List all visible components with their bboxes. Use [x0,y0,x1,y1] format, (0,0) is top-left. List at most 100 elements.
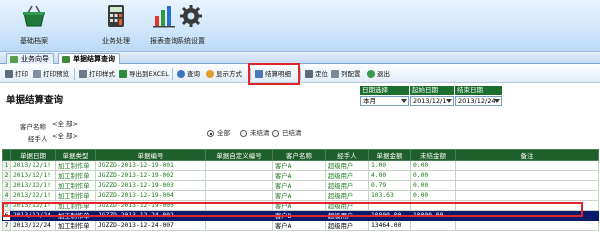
end-date-value: 2013/12/24 [458,97,496,105]
table-cell: 1.00 [368,160,411,171]
table-cell: 2013/12/1! [10,190,56,201]
display-mode-button[interactable]: 显示方式 [205,68,242,80]
table-cell: JGZZD-2013-12-19-003 [95,180,206,191]
table-cell: 加工制作单 [55,190,96,201]
date-choice-select[interactable]: 本月 [360,96,409,106]
system-settings-label: 系统设置 [177,37,205,45]
table-header-row: 单据日期 单据类型 单据编号 单据自定义编号 客户名称 经手人 单据金额 未结金… [2,149,599,161]
print-preview-button[interactable]: 打印预览 [32,68,69,80]
table-cell: 0.79 [368,180,411,191]
print-style-icon [79,70,87,78]
toolbar-divider [74,68,75,80]
table-cell: 0.00 [410,160,456,171]
columns-icon [331,70,339,78]
top-menu-bar: 基础档案 业务处理 报表查询 系统设置 [0,0,600,52]
locate-button[interactable]: 定位 [304,68,328,80]
end-date-header: 结束日期 [455,86,502,95]
radio-all-label: 全部 [217,129,230,137]
print-style-button[interactable]: 打印样式 [78,68,115,80]
query-button[interactable]: 查询 [176,68,200,80]
radio-settled[interactable]: 已结清 [272,129,302,138]
table-cell: 2013/12/1! [10,160,56,171]
column-header[interactable]: 备注 [455,149,599,161]
display-mode-label: 显示方式 [216,70,242,78]
table-row[interactable]: 4 2013/12/1! 加工制作单 JGZZD-2013-12-19-004 … [2,190,599,201]
column-header[interactable]: 单据类型 [55,149,96,161]
row-number: 3 [2,180,11,191]
start-date-picker[interactable]: 2013/12/1 [410,96,454,106]
table-cell: 客户A [272,180,326,191]
table-cell: 4.00 [368,170,411,181]
table-cell: JGZZD-2013-12-19-002 [95,170,206,181]
tab-settlement-query[interactable]: 单据结算查询 [58,53,120,64]
display-mode-icon [206,70,214,78]
printer-icon [5,70,13,78]
table-cell: 客户A [272,160,326,171]
basket-icon [23,5,45,27]
table-cell: 103.63 [368,190,411,201]
customer-field[interactable]: <全 部> [52,119,192,129]
table-row[interactable]: 3 2013/12/1! 加工制作单 JGZZD-2013-12-19-003 … [2,180,599,191]
row-number: 1 [2,160,11,171]
table-cell: 加工制作单 [55,160,96,171]
column-header[interactable]: 单据自定义编号 [205,149,273,161]
column-config-button[interactable]: 列配置 [330,68,361,80]
date-choice-header: 日期选择 [360,86,409,95]
radio-all[interactable]: 全部 [207,129,230,138]
table-row[interactable]: 1 2013/12/1! 加工制作单 JGZZD-2013-12-19-001 … [2,160,599,171]
radio-circle [240,130,247,137]
table-cell: JGZZD-2013-12-19-004 [95,190,206,201]
export-excel-button[interactable]: 导出到EXCEL [118,68,169,80]
tab-strip: 业务向导 单据结算查询 [0,52,600,64]
table-cell [205,220,273,231]
print-button[interactable]: 打印 [4,68,28,80]
basic-archive-button[interactable]: 基础档案 [8,4,60,50]
column-header[interactable]: 单据金额 [368,149,411,161]
table-cell [205,190,273,201]
table-cell [455,180,599,191]
end-date-picker[interactable]: 2013/12/24 [455,96,502,106]
start-date-value: 2013/12/1 [413,97,447,105]
exit-button[interactable]: 退出 [366,68,390,80]
selected-row-highlight [2,202,583,217]
column-header[interactable]: 单据日期 [10,149,56,161]
excel-icon [119,70,127,78]
table-cell: JGZZD-2013-12-19-001 [95,160,206,171]
column-header[interactable]: 未结金额 [410,149,456,161]
table-cell: 0.00 [410,180,456,191]
table-row[interactable]: 7 2013/12/24 加工制作单 JGZZD-2013-12-24-007 … [2,220,599,231]
table-cell: JGZZD-2013-12-24-007 [95,220,206,231]
exit-label: 退出 [377,70,390,78]
radio-unsettled-label: 未结清 [250,129,270,137]
business-process-button[interactable]: 业务处理 [90,4,142,50]
column-header[interactable]: 单据编号 [95,149,206,161]
table-cell: 超级用户 [325,160,369,171]
tab-business-guide[interactable]: 业务向导 [6,53,54,64]
radio-unsettled[interactable]: 未结清 [240,129,270,138]
table-cell: 加工制作单 [55,170,96,181]
handler-field[interactable]: <全 部> [52,131,192,141]
export-excel-label: 导出到EXCEL [129,70,169,78]
query-label: 查询 [187,70,200,78]
table-cell: 13464.00 [368,220,411,231]
row-number: 4 [2,190,11,201]
table-cell: 超级用户 [325,190,369,201]
table-cell: 超级用户 [325,220,369,231]
table-cell: 客户A [272,170,326,181]
table-cell: 超级用户 [325,170,369,181]
column-header[interactable]: 经手人 [325,149,369,161]
print-style-label: 打印样式 [89,70,115,78]
table-cell [455,170,599,181]
guide-icon [10,56,18,63]
tab-label: 单据结算查询 [73,55,115,63]
business-process-label: 业务处理 [102,37,130,45]
tab-label: 业务向导 [21,55,49,63]
toolbar-divider [172,68,173,80]
system-settings-button[interactable]: 系统设置 [165,4,217,50]
calculator-icon [108,5,124,27]
table-row[interactable]: 2 2013/12/1! 加工制作单 JGZZD-2013-12-19-002 … [2,170,599,181]
column-header[interactable]: 客户名称 [272,149,326,161]
preview-icon [33,70,41,78]
table-cell: 加工制作单 [55,220,96,231]
table-cell: 2013/12/1! [10,170,56,181]
